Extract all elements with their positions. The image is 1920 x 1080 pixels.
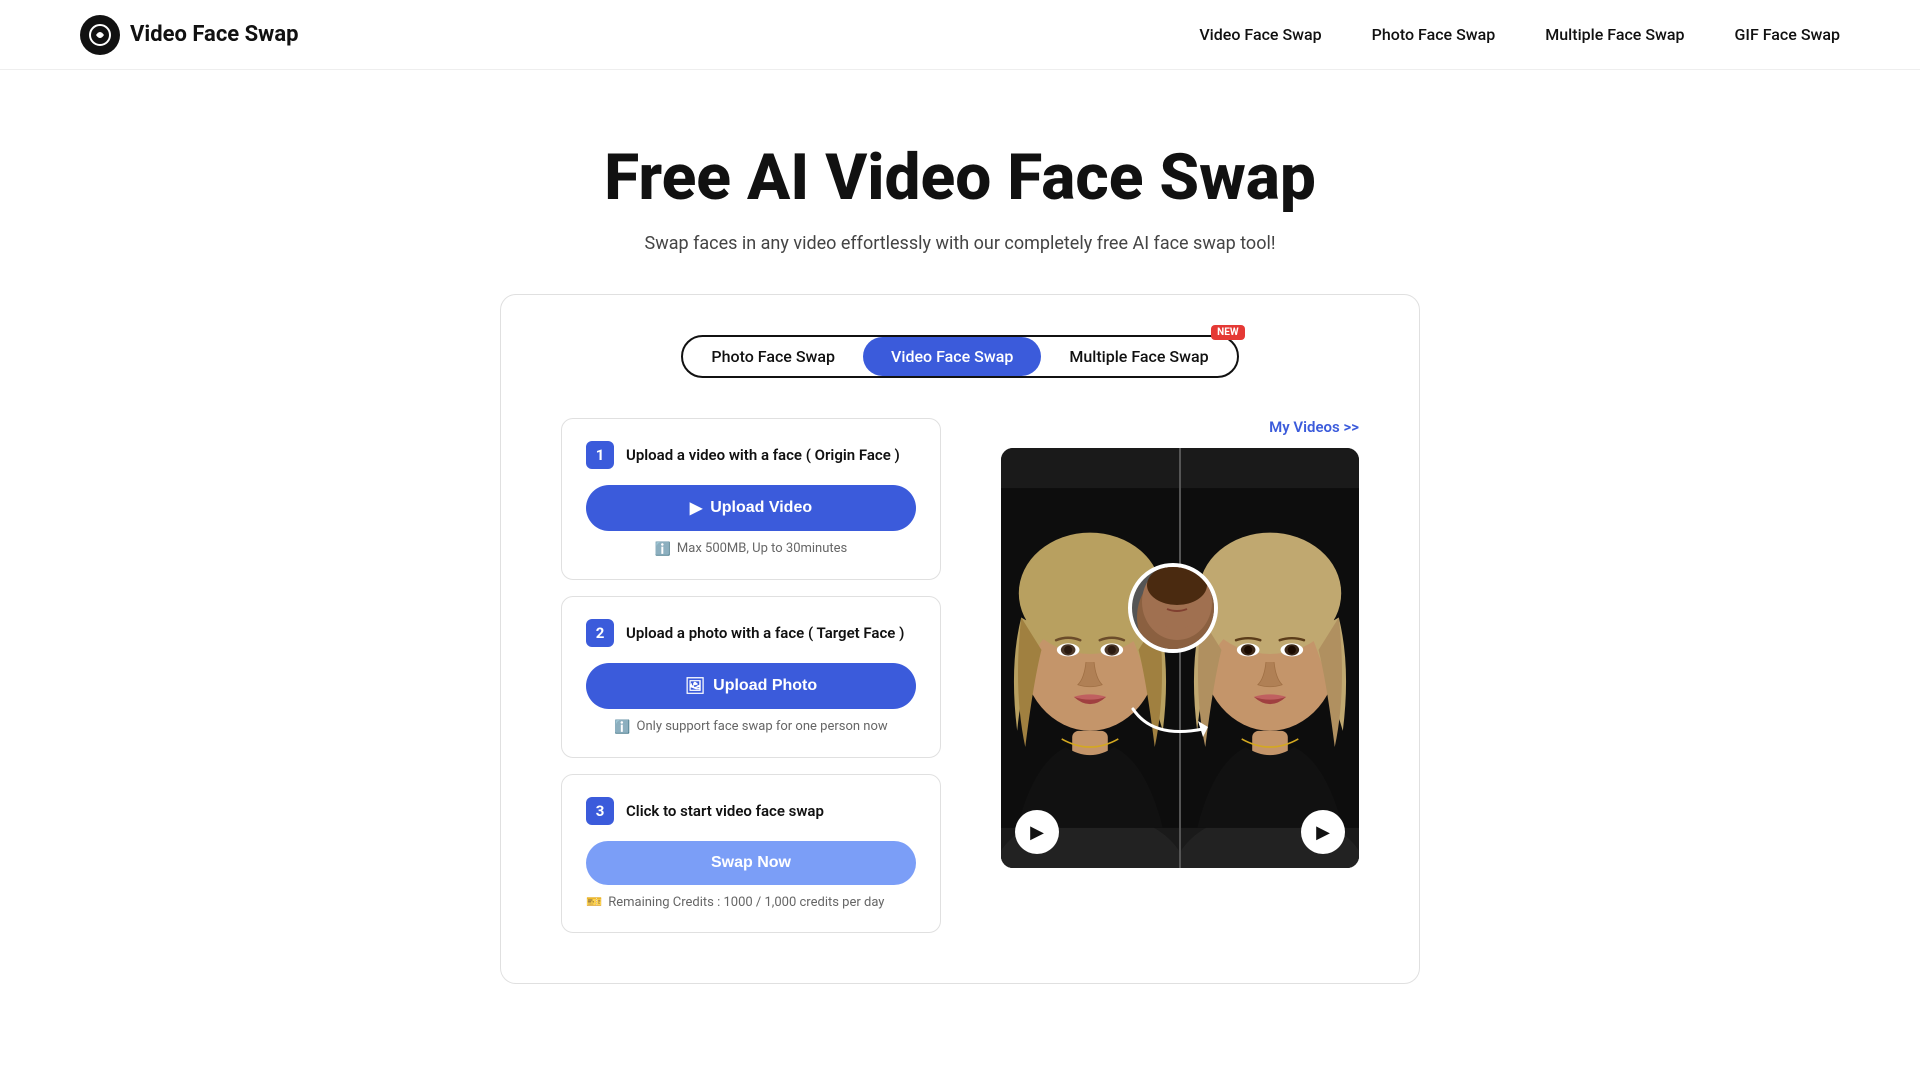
preview-image: ▶ ▶ <box>1001 448 1359 868</box>
tab-video-face-swap[interactable]: Video Face Swap <box>863 337 1041 376</box>
step-1-header: 1 Upload a video with a face ( Origin Fa… <box>586 441 916 469</box>
step-2-num: 2 <box>586 619 614 647</box>
preview-column: My Videos >> <box>1001 418 1359 868</box>
preview-left <box>1001 448 1179 868</box>
step-2-header: 2 Upload a photo with a face ( Target Fa… <box>586 619 916 647</box>
step-3-header: 3 Click to start video face swap <box>586 797 916 825</box>
nav-multiple-face-swap[interactable]: Multiple Face Swap <box>1545 25 1684 44</box>
step-3-card: 3 Click to start video face swap Swap No… <box>561 774 941 933</box>
step-3-title: Click to start video face swap <box>626 802 824 820</box>
credits-icon: 🎫 <box>586 895 602 910</box>
swap-now-button[interactable]: Swap Now <box>586 841 916 885</box>
step-1-card: 1 Upload a video with a face ( Origin Fa… <box>561 418 941 580</box>
logo[interactable]: Video Face Swap <box>80 15 299 55</box>
tabs: Photo Face Swap Video Face Swap Multiple… <box>681 335 1238 378</box>
step-2-card: 2 Upload a photo with a face ( Target Fa… <box>561 596 941 758</box>
target-face-overlay <box>1128 563 1218 653</box>
hero-title: Free AI Video Face Swap <box>20 140 1900 215</box>
upload-video-label: Upload Video <box>710 499 812 517</box>
nav-links: Video Face Swap Photo Face Swap Multiple… <box>1199 25 1840 44</box>
credits-hint: 🎫 Remaining Credits : 1000 / 1,000 credi… <box>586 895 916 910</box>
step-1-num: 1 <box>586 441 614 469</box>
preview-right <box>1181 448 1359 868</box>
swap-arrow <box>1123 689 1223 753</box>
my-videos-link[interactable]: My Videos >> <box>1001 418 1359 436</box>
tabs-wrapper: Photo Face Swap Video Face Swap Multiple… <box>561 335 1359 378</box>
swap-now-label: Swap Now <box>711 854 791 872</box>
content-area: 1 Upload a video with a face ( Origin Fa… <box>561 418 1359 933</box>
main-card: Photo Face Swap Video Face Swap Multiple… <box>500 294 1420 984</box>
steps-column: 1 Upload a video with a face ( Origin Fa… <box>561 418 941 933</box>
preview-split <box>1001 448 1359 868</box>
upload-photo-label: Upload Photo <box>713 677 817 695</box>
image-icon: 🖼 <box>685 676 705 696</box>
step-2-hint: ℹ️ Only support face swap for one person… <box>586 719 916 735</box>
logo-text: Video Face Swap <box>130 22 299 47</box>
info-icon-1: ℹ️ <box>655 542 671 557</box>
step-3-num: 3 <box>586 797 614 825</box>
upload-photo-button[interactable]: 🖼 Upload Photo <box>586 663 916 709</box>
logo-icon <box>80 15 120 55</box>
upload-video-button[interactable]: ▶ Upload Video <box>586 485 916 531</box>
new-badge: NEW <box>1211 325 1244 340</box>
navbar: Video Face Swap Video Face Swap Photo Fa… <box>0 0 1920 70</box>
nav-gif-face-swap[interactable]: GIF Face Swap <box>1735 25 1840 44</box>
hero-subtitle: Swap faces in any video effortlessly wit… <box>20 233 1900 254</box>
tab-photo-face-swap[interactable]: Photo Face Swap <box>683 337 863 376</box>
step-1-title: Upload a video with a face ( Origin Face… <box>626 446 900 464</box>
nav-video-face-swap[interactable]: Video Face Swap <box>1199 25 1321 44</box>
nav-photo-face-swap[interactable]: Photo Face Swap <box>1372 25 1496 44</box>
tab-multiple-wrapper: Multiple Face Swap NEW <box>1041 337 1236 376</box>
tab-multiple-face-swap[interactable]: Multiple Face Swap <box>1041 337 1236 376</box>
hero-section: Free AI Video Face Swap Swap faces in an… <box>0 70 1920 294</box>
play-icon-right: ▶ <box>1316 822 1330 843</box>
info-icon-2: ℹ️ <box>614 720 630 735</box>
step-1-hint: ℹ️ Max 500MB, Up to 30minutes <box>586 541 916 557</box>
play-icon-left: ▶ <box>1030 822 1044 843</box>
play-btn-right[interactable]: ▶ <box>1301 810 1345 854</box>
step-2-title: Upload a photo with a face ( Target Face… <box>626 624 904 642</box>
play-btn-left[interactable]: ▶ <box>1015 810 1059 854</box>
play-icon: ▶ <box>690 498 702 518</box>
